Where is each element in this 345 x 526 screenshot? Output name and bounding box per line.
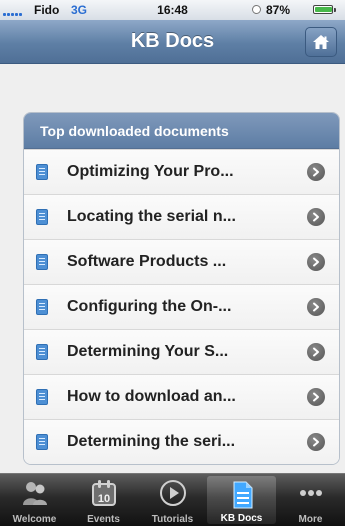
document-title: Determining Your S... (67, 343, 229, 360)
document-row[interactable]: Software Products ... (24, 239, 339, 284)
document-icon (233, 481, 252, 509)
tab-more[interactable]: More (276, 474, 345, 526)
tab-label: Welcome (12, 514, 57, 525)
home-button[interactable] (305, 27, 337, 57)
network-label: 3G (71, 3, 88, 17)
home-icon (313, 35, 329, 49)
document-icon (36, 209, 48, 225)
tab-tutorials[interactable]: Tutorials (138, 474, 207, 526)
chevron-right-icon[interactable] (307, 388, 325, 406)
more-icon (299, 490, 322, 496)
tab-label: More (298, 514, 323, 525)
tab-welcome[interactable]: Welcome (0, 474, 69, 526)
navigation-bar: KB Docs (0, 20, 345, 64)
document-row[interactable]: Optimizing Your Pro... (24, 149, 339, 194)
tab-label: Events (87, 514, 120, 525)
battery-icon (313, 5, 336, 14)
play-icon (159, 480, 186, 506)
chevron-right-icon[interactable] (307, 163, 325, 181)
document-icon (36, 389, 48, 405)
chevron-right-icon[interactable] (307, 343, 325, 361)
tab-kb-docs[interactable]: KB Docs (207, 476, 276, 524)
tab-events[interactable]: 10 Events (69, 474, 138, 526)
document-title: Determining the seri... (67, 433, 236, 450)
chevron-right-icon[interactable] (307, 208, 325, 226)
status-time: 16:48 (157, 3, 188, 17)
calendar-icon: 10 (91, 480, 116, 506)
document-icon (36, 164, 48, 180)
document-row[interactable]: Determining Your S... (24, 329, 339, 374)
tab-bar: Welcome 10 Events Tutorials KB Docs More (0, 473, 345, 526)
carrier-label: Fido (34, 3, 60, 17)
page-title: KB Docs (130, 30, 215, 52)
document-title: Optimizing Your Pro... (67, 163, 234, 180)
content-area: Top downloaded documents Optimizing Your… (0, 64, 345, 473)
document-row[interactable]: Determining the seri... (24, 419, 339, 464)
document-title: Software Products ... (67, 253, 227, 270)
document-title: Locating the serial n... (67, 208, 236, 225)
document-title: Configuring the On-... (67, 298, 232, 315)
welcome-icon (22, 482, 47, 505)
panel-header: Top downloaded documents (24, 113, 339, 149)
battery-percentage: 87% (266, 3, 291, 17)
document-icon (36, 254, 48, 270)
chevron-right-icon[interactable] (307, 298, 325, 316)
document-icon (36, 434, 48, 450)
tab-label: Tutorials (151, 514, 194, 525)
document-title: How to download an... (67, 388, 236, 405)
chevron-right-icon[interactable] (307, 253, 325, 271)
documents-panel: Top downloaded documents Optimizing Your… (23, 112, 340, 465)
calendar-date: 10 (97, 493, 109, 505)
status-bar: Fido 3G 16:48 87% (0, 0, 345, 20)
document-row[interactable]: How to download an... (24, 374, 339, 419)
document-icon (36, 299, 48, 315)
document-row[interactable]: Configuring the On-... (24, 284, 339, 329)
signal-strength-icon (3, 6, 22, 16)
document-icon (36, 344, 48, 360)
document-row[interactable]: Locating the serial n... (24, 194, 339, 239)
tab-label: KB Docs (220, 513, 263, 524)
chevron-right-icon[interactable] (307, 433, 325, 451)
rotation-lock-icon (252, 5, 261, 14)
